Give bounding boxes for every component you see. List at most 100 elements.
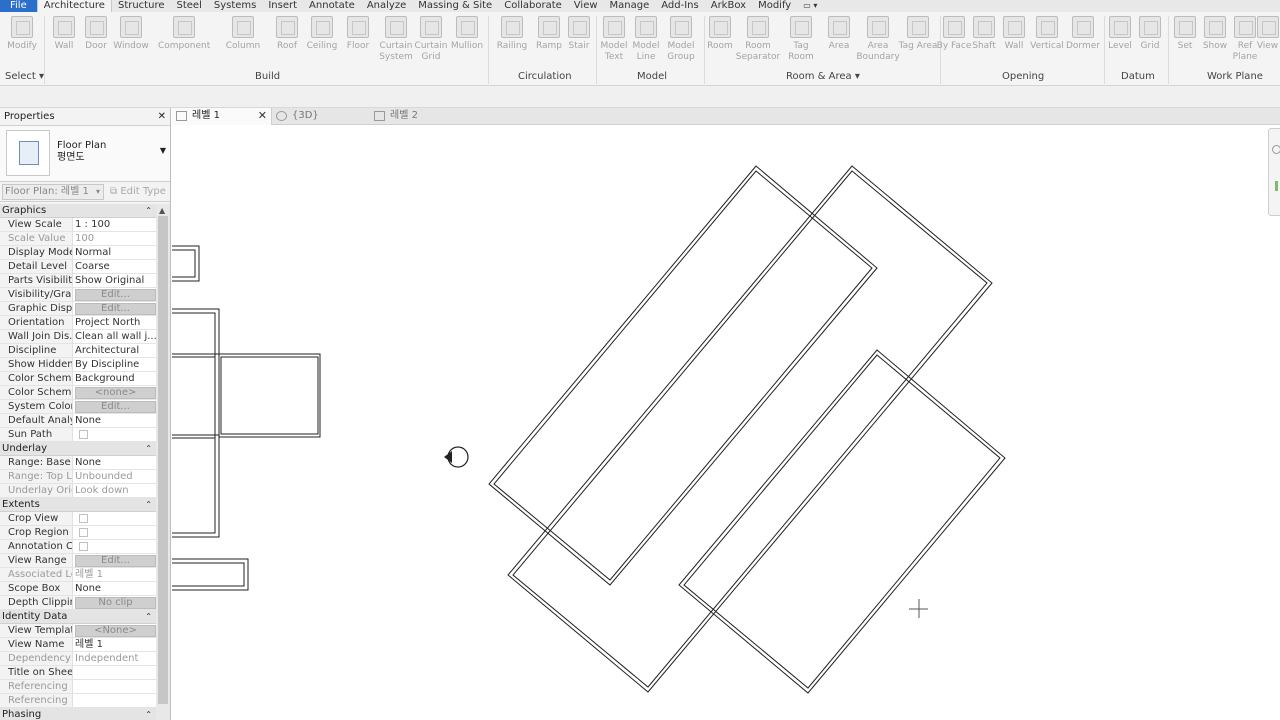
menu-manage[interactable]: Manage (604, 0, 656, 12)
property-value[interactable]: None (73, 414, 156, 427)
property-group-header[interactable]: Underlay ⌃ (0, 442, 156, 456)
property-checkbox[interactable] (79, 430, 88, 439)
modify-tool-button[interactable]: Modify (2, 14, 42, 74)
property-value[interactable]: Project North (73, 316, 156, 329)
property-group-header[interactable]: Graphics ⌃ (0, 204, 156, 218)
tab-level-2[interactable]: 레벨 2 (370, 108, 470, 125)
property-checkbox[interactable] (79, 514, 88, 523)
railing-tool-button[interactable]: Railing (492, 14, 532, 74)
menu-analyze[interactable]: Analyze (361, 0, 412, 12)
property-value[interactable]: Architectural (73, 344, 156, 357)
column-tool-button[interactable]: Column (223, 14, 263, 74)
property-group-header[interactable]: Identity Data ⌃ (0, 610, 156, 624)
property-edit-button[interactable]: <none> (75, 387, 156, 399)
property-value[interactable]: None (73, 582, 156, 595)
close-icon[interactable]: ✕ (258, 108, 267, 124)
property-edit-button[interactable]: Edit... (75, 289, 156, 301)
vertical-opening-tool-button[interactable]: Vertical (1027, 14, 1067, 74)
ribbon-display-toggle[interactable]: ▭ ▾ (797, 0, 823, 12)
type-selector[interactable]: Floor Plan 평면도 ▼ (0, 126, 170, 182)
model-line-tool-button[interactable]: Model Line (626, 14, 666, 74)
property-value[interactable] (73, 666, 156, 679)
close-icon[interactable]: ✕ (158, 111, 166, 122)
property-edit-button[interactable]: Edit... (75, 401, 156, 413)
menu-view[interactable]: View (568, 0, 604, 12)
property-value[interactable]: By Discipline (73, 358, 156, 371)
collapse-icon[interactable]: ⌃ (145, 442, 152, 456)
area-tool-button[interactable]: Area (819, 14, 859, 74)
model-group-tool-button[interactable]: Model Group (661, 14, 701, 74)
stair-tool-button[interactable]: Stair (559, 14, 599, 74)
grid-tool-button[interactable]: Grid (1130, 14, 1170, 74)
property-value[interactable]: Edit... (73, 554, 156, 567)
property-value[interactable]: Edit... (73, 288, 156, 301)
menu-insert[interactable]: Insert (262, 0, 303, 12)
property-value[interactable]: <None> (73, 624, 156, 637)
steering-wheel-icon[interactable] (1272, 145, 1280, 154)
floor-tool-button[interactable]: Floor (338, 14, 378, 74)
tab-3d[interactable]: {3D} (272, 108, 372, 125)
collapse-icon[interactable]: ⌃ (145, 498, 152, 512)
property-edit-button[interactable]: Edit... (75, 303, 156, 315)
instance-selector-dropdown[interactable]: Floor Plan: 레벨 1 ▾ (2, 183, 104, 200)
roof-tool-button[interactable]: Roof (267, 14, 307, 74)
menu-add-ins[interactable]: Add-Ins (655, 0, 704, 12)
property-edit-button[interactable]: No clip (75, 597, 156, 609)
viewer-tool-button[interactable]: View (1255, 14, 1280, 74)
curtain-system-tool-button[interactable]: Curtain System (376, 14, 416, 74)
property-value[interactable]: Coarse (73, 260, 156, 273)
room-separator-tool-button[interactable]: Room Separator (734, 14, 782, 74)
property-value[interactable] (73, 540, 156, 553)
curtain-grid-tool-button[interactable]: Curtain Grid (411, 14, 451, 74)
menu-annotate[interactable]: Annotate (303, 0, 361, 12)
properties-scrollbar[interactable]: ▲ (156, 204, 170, 720)
menu-massing-site[interactable]: Massing & Site (412, 0, 498, 12)
property-value[interactable] (73, 428, 156, 441)
property-value[interactable]: Show Original (73, 274, 156, 287)
property-edit-button[interactable]: <None> (75, 625, 156, 637)
menu-collaborate[interactable]: Collaborate (498, 0, 568, 12)
chevron-down-icon[interactable]: ▼ (160, 146, 166, 155)
tag-area-tool-button[interactable]: Tag Area (898, 14, 938, 74)
property-value[interactable]: Edit... (73, 400, 156, 413)
scrollbar-thumb[interactable] (158, 216, 168, 704)
property-value[interactable]: Normal (73, 246, 156, 259)
collapse-icon[interactable]: ⌃ (145, 610, 152, 624)
tab-level-1[interactable]: 레벨 1 ✕ (172, 108, 272, 125)
menu-arkbox[interactable]: ArkBox (705, 0, 752, 12)
menu-systems[interactable]: Systems (208, 0, 263, 12)
property-value[interactable]: 레벨 1 (73, 638, 156, 651)
collapse-icon[interactable]: ⌃ (145, 204, 152, 218)
property-group-header[interactable]: Phasing ⌃ (0, 708, 156, 720)
ceiling-tool-button[interactable]: Ceiling (302, 14, 342, 74)
property-group-header[interactable]: Extents ⌃ (0, 498, 156, 512)
menu-architecture[interactable]: Architecture (36, 0, 112, 12)
navigation-bar[interactable] (1268, 128, 1280, 216)
mullion-tool-button[interactable]: Mullion (447, 14, 487, 74)
edit-type-button[interactable]: ⧉ Edit Type (110, 186, 166, 197)
property-edit-button[interactable]: Edit... (75, 555, 156, 567)
property-checkbox[interactable] (79, 542, 88, 551)
room-area-panel-dropdown[interactable]: Room & Area ▾ (786, 71, 860, 82)
property-value[interactable]: Edit... (73, 302, 156, 315)
menu-structure[interactable]: Structure (112, 0, 171, 12)
property-value[interactable] (73, 512, 156, 525)
property-value[interactable]: No clip (73, 596, 156, 609)
dormer-tool-button[interactable]: Dormer (1063, 14, 1103, 74)
property-checkbox[interactable] (79, 528, 88, 537)
property-value[interactable]: Clean all wall j... (73, 330, 156, 343)
menu-file[interactable]: File (0, 0, 37, 12)
property-value[interactable]: 1 : 100 (73, 218, 156, 231)
property-value[interactable] (73, 526, 156, 539)
area-boundary-tool-button[interactable]: Area Boundary (856, 14, 900, 74)
tag-room-tool-button[interactable]: Tag Room (781, 14, 821, 74)
drawing-canvas[interactable] (172, 125, 1280, 720)
scroll-up-icon[interactable]: ▲ (159, 206, 165, 215)
menu-modify[interactable]: Modify (752, 0, 797, 12)
menu-steel[interactable]: Steel (171, 0, 208, 12)
property-value[interactable]: None (73, 456, 156, 469)
door-tool-button[interactable]: Door (76, 14, 116, 74)
select-panel-dropdown[interactable]: Select ▾ (5, 71, 44, 82)
window-tool-button[interactable]: Window (111, 14, 151, 74)
collapse-icon[interactable]: ⌃ (145, 708, 152, 720)
